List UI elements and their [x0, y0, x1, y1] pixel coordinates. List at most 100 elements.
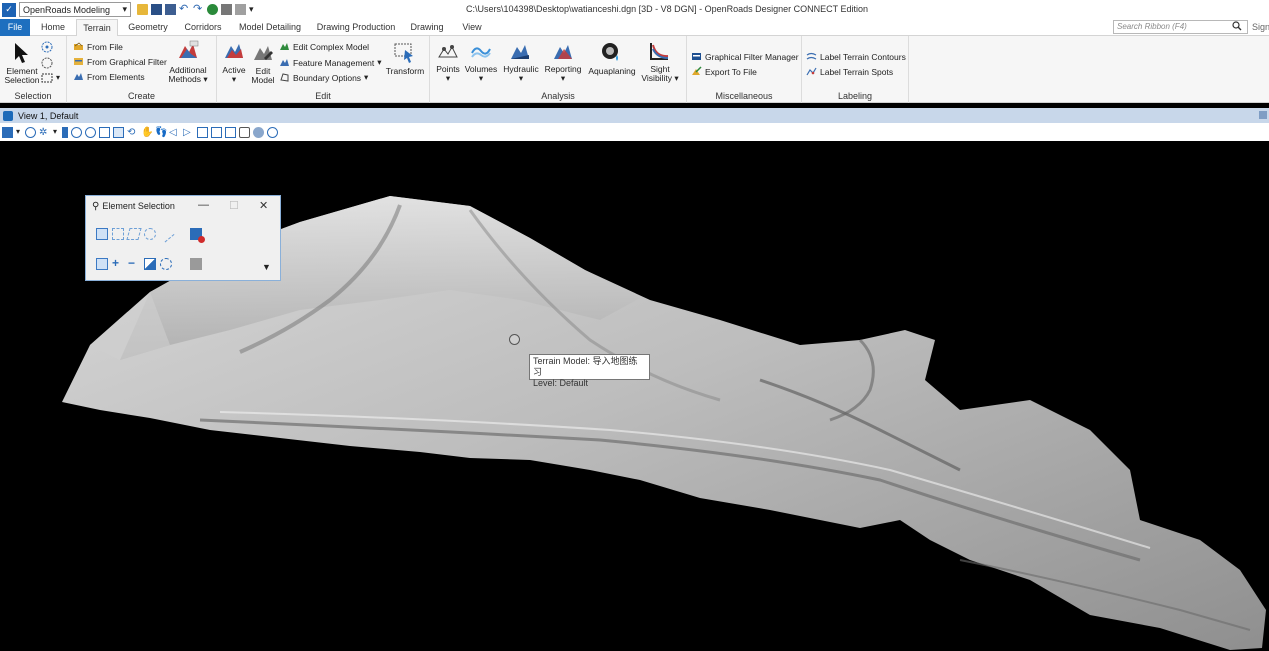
label-terrain-spots-button[interactable]: Label Terrain Spots — [806, 65, 893, 78]
hydraulic-icon[interactable] — [509, 41, 531, 63]
reporting-icon[interactable] — [552, 41, 574, 63]
clip-volume-icon[interactable] — [211, 126, 222, 138]
tab-drawing[interactable]: Drawing — [406, 19, 448, 36]
rotate-view-icon[interactable]: ⟲ — [127, 127, 138, 138]
volumes-button[interactable]: Volumes ▾ — [464, 65, 498, 83]
view-1-canvas[interactable]: ⚲ Element Selection — ☐ ✕ + − ▼ Terrain … — [0, 141, 1269, 651]
edit-model-button[interactable]: Edit Model — [251, 67, 275, 85]
save-icon[interactable] — [151, 4, 162, 15]
line-select-icon[interactable] — [157, 225, 175, 243]
tab-terrain[interactable]: Terrain — [76, 19, 118, 37]
walk-icon[interactable]: 👣 — [155, 127, 167, 138]
view-attributes-icon[interactable] — [2, 126, 13, 138]
tab-geometry[interactable]: Geometry — [122, 19, 174, 36]
view-next-icon[interactable]: ▷ — [183, 127, 194, 138]
view-restore-icon[interactable] — [1259, 111, 1267, 119]
transform-icon[interactable] — [393, 42, 417, 64]
save-settings-icon[interactable] — [165, 4, 176, 15]
sign-in-link[interactable]: Sign — [1252, 22, 1269, 32]
clipboard-icon[interactable] — [235, 4, 246, 15]
minimize-icon[interactable]: — — [198, 199, 209, 211]
new-selection-icon[interactable] — [96, 258, 108, 270]
open-folder-icon[interactable] — [137, 4, 148, 15]
aquaplaning-button[interactable]: Aquaplaning — [586, 67, 638, 76]
select-all-icon[interactable] — [160, 258, 172, 270]
camera-icon[interactable] — [239, 126, 250, 138]
spot-label-icon — [806, 67, 817, 76]
tab-view[interactable]: View — [456, 19, 488, 36]
active-terrain-icon[interactable] — [223, 40, 245, 62]
additional-methods-icon[interactable] — [177, 40, 199, 62]
pin-icon[interactable] — [207, 4, 218, 15]
app-logo-icon[interactable]: ✓ — [2, 2, 16, 17]
label-terrain-contours-button[interactable]: Label Terrain Contours — [806, 50, 906, 63]
dialog-title-bar[interactable]: ⚲ Element Selection — [86, 196, 280, 216]
add-selection-icon[interactable]: + — [112, 257, 124, 270]
points-icon[interactable] — [437, 41, 459, 63]
sight-visibility-button[interactable]: Sight Visibility ▾ — [638, 65, 682, 83]
zoom-out-icon[interactable] — [85, 126, 96, 138]
block-select-icon[interactable] — [112, 228, 124, 240]
display-style-icon[interactable] — [25, 126, 36, 138]
update-view-icon[interactable] — [62, 126, 68, 138]
edit-model-icon[interactable] — [252, 42, 274, 64]
select-circle-icon[interactable] — [41, 41, 53, 53]
fit-view-icon[interactable] — [113, 126, 124, 138]
customize-qat-icon[interactable]: ▾ — [249, 4, 260, 15]
maximize-icon[interactable]: ☐ — [229, 199, 239, 212]
clear-selection-icon[interactable] — [190, 228, 205, 243]
chevron-down-icon[interactable]: ▾ — [16, 127, 22, 138]
tab-file[interactable]: File — [0, 19, 30, 36]
invert-selection-icon[interactable] — [144, 258, 156, 270]
undo-icon[interactable]: ↶ — [179, 4, 190, 15]
workflow-select[interactable]: OpenRoads Modeling ▾ — [19, 2, 131, 17]
view-previous-icon[interactable]: ◁ — [169, 127, 180, 138]
volumes-icon[interactable] — [470, 41, 492, 63]
individual-select-icon[interactable] — [96, 228, 108, 240]
from-file-button[interactable]: From File — [73, 40, 123, 53]
render-icon[interactable] — [253, 126, 264, 138]
title-bar: ✓ OpenRoads Modeling ▾ ↶ ↷ ▾ C:\Users\10… — [0, 0, 1269, 19]
circle-select-icon[interactable] — [144, 228, 156, 240]
tab-model-detailing[interactable]: Model Detailing — [234, 19, 306, 36]
close-icon[interactable]: ✕ — [259, 199, 268, 212]
search-ribbon-input[interactable]: Search Ribbon (F4) — [1113, 20, 1248, 34]
graphical-filter-manager-button[interactable]: Graphical Filter Manager — [691, 50, 799, 63]
tab-drawing-production[interactable]: Drawing Production — [312, 19, 400, 36]
reporting-button[interactable]: Reporting ▾ — [544, 65, 582, 83]
redo-icon[interactable]: ↷ — [193, 4, 204, 15]
from-elements-button[interactable]: From Elements — [73, 70, 145, 83]
hydraulic-button[interactable]: Hydraulic ▾ — [502, 65, 540, 83]
boundary-options-button[interactable]: Boundary Options ▾ — [279, 71, 368, 84]
lighting-icon[interactable]: ✲ — [39, 127, 50, 138]
expand-dialog-icon[interactable]: ▼ — [262, 262, 271, 272]
tab-corridors[interactable]: Corridors — [180, 19, 226, 36]
shape-select-icon[interactable] — [126, 228, 142, 240]
select-circle-outline-icon[interactable] — [41, 57, 53, 69]
zoom-in-icon[interactable] — [71, 126, 82, 138]
chevron-down-icon[interactable]: ▾ — [56, 73, 60, 82]
arrow-pointer-icon[interactable] — [12, 42, 30, 64]
transform-button[interactable]: Transform — [383, 67, 427, 76]
points-button[interactable]: Points ▾ — [434, 65, 462, 83]
element-selection-button[interactable]: Element Selection — [4, 67, 40, 85]
select-by-attributes-icon[interactable] — [190, 258, 202, 270]
chevron-down-icon[interactable]: ▾ — [53, 127, 59, 138]
additional-methods-button[interactable]: Additional Methods ▾ — [165, 66, 211, 84]
pan-view-icon[interactable]: ✋ — [141, 127, 153, 138]
print-icon[interactable] — [221, 4, 232, 15]
edit-complex-model-button[interactable]: Edit Complex Model — [279, 40, 369, 53]
select-box-icon[interactable] — [41, 72, 53, 84]
sight-visibility-icon[interactable] — [648, 41, 670, 63]
view-settings-icon[interactable] — [267, 126, 278, 138]
subtract-selection-icon[interactable]: − — [128, 257, 140, 270]
window-area-icon[interactable] — [99, 126, 110, 138]
export-to-file-button[interactable]: Export To File — [691, 65, 757, 78]
from-graphical-filter-button[interactable]: From Graphical Filter — [73, 55, 167, 68]
tab-home[interactable]: Home — [34, 19, 72, 36]
view-rotation-icon[interactable] — [225, 126, 236, 138]
aquaplaning-icon[interactable] — [600, 41, 622, 63]
active-button[interactable]: Active ▾ — [219, 66, 249, 84]
copy-view-icon[interactable] — [197, 126, 208, 138]
feature-management-button[interactable]: Feature Management ▾ — [279, 56, 382, 69]
